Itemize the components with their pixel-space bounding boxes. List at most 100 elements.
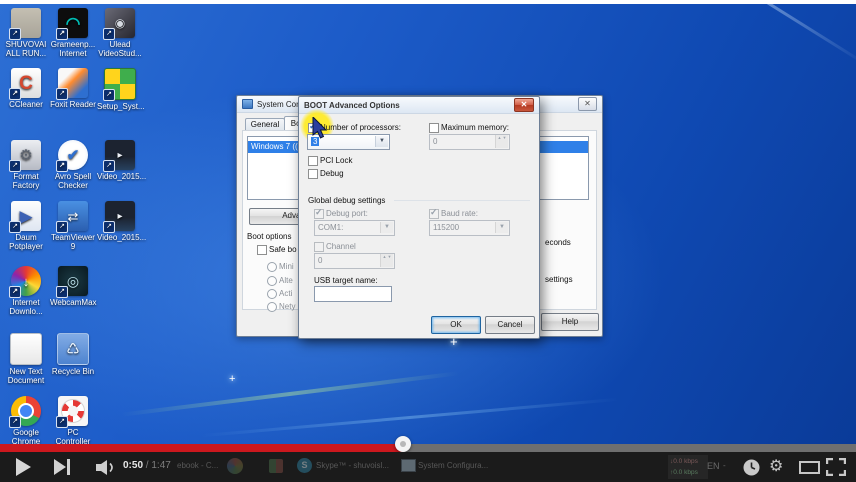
desktop-icon-label: SHUVOVAI ALL RUN... (3, 40, 49, 58)
ok-button[interactable]: OK (431, 316, 481, 334)
desktop-icon-shuvovai[interactable]: ↗ SHUVOVAI ALL RUN... (3, 8, 49, 58)
progress-bar[interactable] (0, 444, 856, 452)
time-duration: 1:47 (151, 460, 170, 471)
shortcut-arrow-icon: ↗ (9, 160, 21, 172)
ghost-app-icon (269, 459, 283, 473)
shortcut-arrow-icon: ↗ (103, 160, 115, 172)
desktop-icon-label: Foxit Reader (50, 100, 96, 109)
time-display: 0:50 / 1:47 (123, 460, 171, 471)
grameenphone-icon: ◠↗ (58, 8, 88, 38)
desktop-icon-label: WebcamMax (50, 298, 96, 307)
network-radio[interactable] (267, 302, 277, 312)
desktop-icon-video-file[interactable]: ▸↗ Video_2015... (97, 140, 143, 181)
desktop-icon-ulead[interactable]: ◉↗ Ulead VideoStud... (97, 8, 143, 58)
shortcut-arrow-icon: ↗ (9, 221, 21, 233)
baud-rate-select: 115200 (429, 220, 510, 236)
next-button[interactable] (54, 458, 76, 476)
desktop-icon-label: Grameenp... Internet (50, 40, 96, 58)
ghost-skype-icon: S (297, 458, 312, 473)
alternate-shell-radio-label: Alte (279, 276, 293, 285)
text-document-icon (10, 333, 42, 365)
help-button[interactable]: Help (541, 313, 599, 331)
safe-boot-label: Safe bo (269, 245, 297, 254)
boot-advanced-options-dialog: BOOT Advanced Options ✕ Number of proces… (298, 96, 540, 339)
shortcut-arrow-icon: ↗ (56, 28, 68, 40)
baud-rate-checkbox (429, 209, 439, 219)
desktop-icon-label: Video_2015... (97, 172, 143, 181)
video-camera-icon: ◉↗ (105, 8, 135, 38)
safe-boot-checkbox[interactable] (257, 245, 267, 255)
global-debug-settings-group-label: Global debug settings (308, 196, 385, 205)
player-control-bar: ebook - C... S Skype™ - shuvoisl... Syst… (0, 452, 856, 482)
video-player-frame: + ↗ SHUVOVAI ALL RUN... ◠↗ Grameenp... I… (0, 4, 856, 482)
shortcut-arrow-icon: ↗ (56, 221, 68, 233)
desktop-icon-label: CCleaner (3, 100, 49, 109)
channel-spinner: 0 (314, 253, 395, 269)
boot-options-group-label: Boot options (247, 232, 291, 241)
active-directory-radio[interactable] (267, 289, 277, 299)
ghost-language-indicator: EN (707, 461, 720, 471)
progress-scrubber[interactable] (395, 436, 411, 452)
desktop-icon-setup[interactable]: ↗ Setup_Syst... (97, 68, 143, 111)
desktop-icon-label: Avro Spell Checker (50, 172, 96, 190)
desktop-icon-label: Daum Potplayer (3, 233, 49, 251)
shortcut-arrow-icon: ↗ (9, 416, 21, 428)
desktop-icon-chrome[interactable]: ↗ Google Chrome (3, 396, 49, 446)
desktop-icon-recycle-bin[interactable]: ♺ Recycle Bin (50, 333, 96, 376)
desktop-icon-potplayer[interactable]: ▶↗ Daum Potplayer (3, 201, 49, 251)
alternate-shell-radio[interactable] (267, 276, 277, 286)
shortcut-arrow-icon: ↗ (56, 160, 68, 172)
ghost-dash: - (723, 461, 726, 470)
boot-advanced-titlebar[interactable]: BOOT Advanced Options ✕ (299, 97, 539, 114)
fullscreen-button[interactable] (826, 458, 846, 476)
desktop-icon-label: TeamViewer 9 (50, 233, 96, 251)
wallpaper-light-streak (121, 371, 459, 416)
desktop-icon-label: Internet Downlo... (3, 298, 49, 316)
desktop-icon-ccleaner[interactable]: C↗ CCleaner (3, 68, 49, 109)
maximum-memory-spinner[interactable]: 0 (429, 134, 510, 150)
desktop-icon-formatfactory[interactable]: ⚙↗ Format Factory (3, 140, 49, 190)
desktop-icon-label: Recycle Bin (50, 367, 96, 376)
lifesaver-ring-icon: ↗ (58, 396, 88, 426)
play-button[interactable] (16, 458, 31, 476)
shortcut-arrow-icon: ↗ (103, 89, 115, 101)
close-button[interactable]: ✕ (578, 97, 597, 111)
desktop-icon-video-file[interactable]: ▸↗ Video_2015... (97, 201, 143, 242)
maximum-memory-checkbox[interactable] (429, 123, 439, 133)
close-button[interactable]: ✕ (514, 98, 534, 112)
desktop-icon-teamviewer[interactable]: ⇄↗ TeamViewer 9 (50, 201, 96, 251)
desktop-icon-label: New Text Document (3, 367, 49, 385)
ghost-taskbar-sysconfig: System Configura... (418, 461, 488, 470)
minimal-radio[interactable] (267, 262, 277, 272)
desktop-icon-foxit[interactable]: ↗ Foxit Reader (50, 68, 96, 109)
mouse-cursor (311, 117, 329, 141)
debug-checkbox[interactable] (308, 169, 318, 179)
play-triangle-icon: ▶↗ (11, 201, 41, 231)
settings-gear-button[interactable]: ⚙ (769, 456, 783, 476)
desktop-icon-pc-controller[interactable]: ↗ PC Controller (50, 396, 96, 446)
desktop-icon-avro[interactable]: ✔↗ Avro Spell Checker (50, 140, 96, 190)
ccleaner-icon: C↗ (11, 68, 41, 98)
desktop-icon-label: Setup_Syst... (97, 102, 143, 111)
pci-lock-checkbox[interactable] (308, 156, 318, 166)
desktop-icon-webcammax[interactable]: ◎↗ WebcamMax (50, 266, 96, 307)
desktop-icon-new-text-document[interactable]: New Text Document (3, 333, 49, 385)
active-directory-radio-label: Acti (279, 289, 292, 298)
teamviewer-icon: ⇄↗ (58, 201, 88, 231)
watch-later-button[interactable] (743, 459, 760, 476)
channel-label: Channel (326, 242, 356, 251)
debug-port-label: Debug port: (326, 209, 368, 218)
timeout-seconds-label-fragment: econds (545, 238, 571, 247)
usb-target-name-input[interactable] (314, 286, 392, 302)
recycle-bin-icon: ♺ (57, 333, 89, 365)
wallpaper-light-streak (201, 398, 620, 438)
theater-mode-button[interactable] (799, 461, 820, 474)
cancel-button[interactable]: Cancel (485, 316, 535, 334)
usb-target-name-label: USB target name: (314, 276, 378, 285)
wallpaper-sparkle: + (229, 373, 235, 385)
desktop-icon-idm[interactable]: ↓↗ Internet Downlo... (3, 266, 49, 316)
desktop-icon-grameenphone[interactable]: ◠↗ Grameenp... Internet (50, 8, 96, 58)
shortcut-arrow-icon: ↗ (103, 28, 115, 40)
volume-button[interactable] (96, 460, 120, 475)
chrome-icon: ↗ (11, 396, 41, 426)
